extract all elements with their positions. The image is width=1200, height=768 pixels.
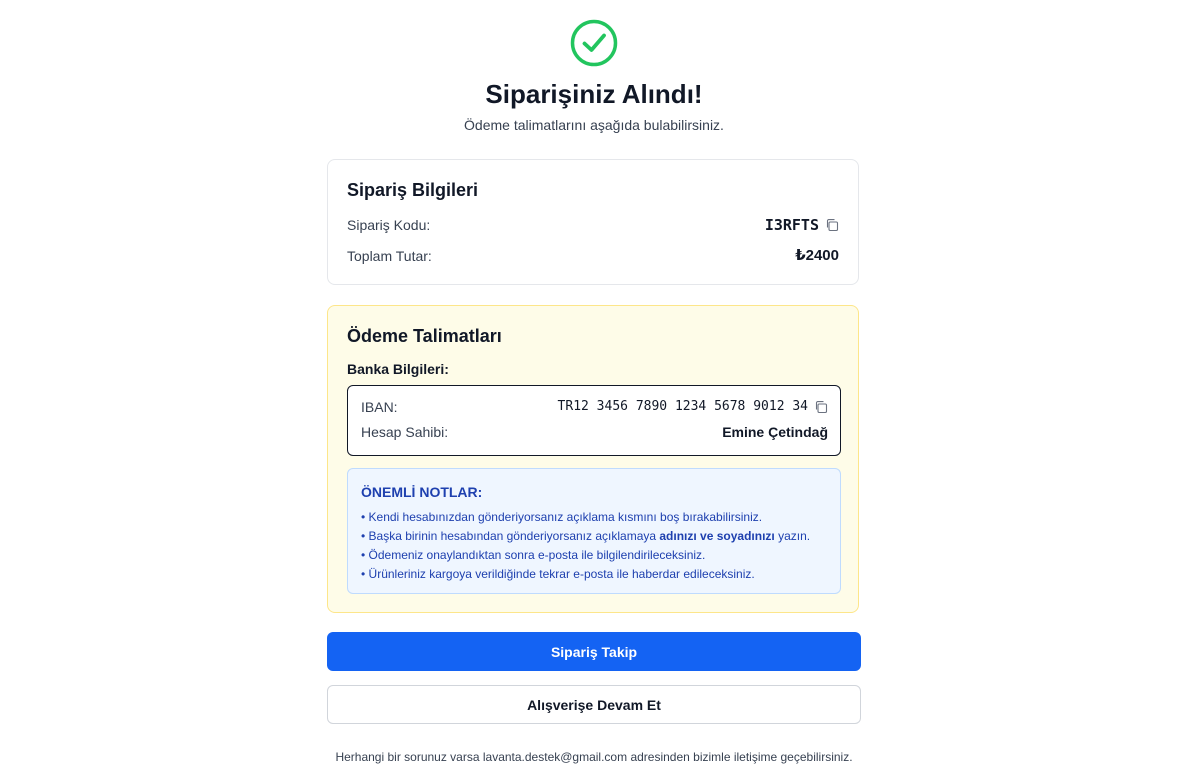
bank-info-label: Banka Bilgileri: — [347, 361, 449, 377]
order-confirmation-page: Siparişiniz Alındı! Ödeme talimatlarını … — [0, 0, 1200, 768]
order-code-value: I3RFTS — [764, 216, 819, 234]
check-circle-icon — [570, 19, 618, 67]
notes-list: • Kendi hesabınızdan gönderiyorsanız açı… — [361, 508, 810, 584]
page-title: Siparişiniz Alındı! — [485, 79, 703, 109]
continue-shopping-button[interactable]: Alışverişe Devam Et — [327, 685, 861, 724]
important-notes-box: ÖNEMLİ NOTLAR: • Kendi hesabınızdan gönd… — [347, 468, 841, 594]
notes-title: ÖNEMLİ NOTLAR: — [361, 484, 483, 500]
page-subtitle: Ödeme talimatlarını aşağıda bulabilirsin… — [464, 117, 724, 133]
support-footer: Herhangi bir sorunuz varsa lavanta.deste… — [335, 750, 853, 764]
account-holder-label: Hesap Sahibi: — [361, 424, 449, 440]
note-item: • Başka birinin hesabından gönderiyorsan… — [361, 527, 810, 546]
copy-iban-icon[interactable] — [814, 400, 828, 414]
order-code-row: I3RFTS — [765, 216, 839, 234]
note-emphasis: adınızı ve soyadınızı — [659, 529, 775, 543]
iban-value: TR12 3456 7890 1234 5678 9012 34 — [557, 399, 808, 414]
note-text: • Başka birinin hesabından gönderiyorsan… — [361, 529, 660, 543]
payment-title: Ödeme Talimatları — [347, 326, 502, 346]
note-item: • Ürünleriniz kargoya verildiğinde tekra… — [361, 567, 755, 581]
track-order-button[interactable]: Sipariş Takip — [327, 632, 861, 671]
payment-instructions-card: Ödeme Talimatları Banka Bilgileri: IBAN:… — [327, 305, 859, 613]
order-info-card: Sipariş Bilgileri Sipariş Kodu: I3RFTS T… — [327, 159, 859, 285]
total-amount-label: Toplam Tutar: — [347, 248, 432, 264]
copy-icon[interactable] — [825, 218, 839, 232]
bank-info-box: IBAN: TR12 3456 7890 1234 5678 9012 34 H… — [347, 385, 841, 456]
total-amount-value: ₺2400 — [795, 247, 839, 264]
iban-row: TR12 3456 7890 1234 5678 9012 34 — [558, 399, 828, 414]
note-text: yazın. — [774, 529, 811, 543]
order-code-label: Sipariş Kodu: — [347, 217, 431, 233]
note-item: • Kendi hesabınızdan gönderiyorsanız açı… — [361, 510, 763, 524]
account-holder-value: Emine Çetindağ — [722, 424, 828, 440]
order-info-title: Sipariş Bilgileri — [347, 180, 479, 200]
note-item: • Ödemeniz onaylandıktan sonra e-posta i… — [361, 548, 706, 562]
iban-label: IBAN: — [361, 399, 398, 415]
